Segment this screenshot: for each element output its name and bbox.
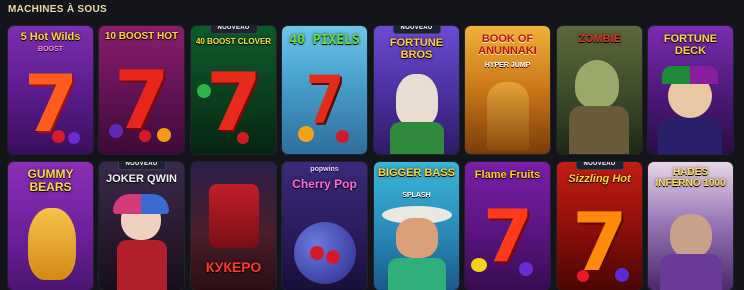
game-tile-book-of-anunnaki[interactable]: BOOK OF ANUNNAKI HYPER JUMP <box>465 26 550 154</box>
new-badge: NOUVEAU <box>209 26 258 34</box>
jacket-icon <box>390 122 444 154</box>
game-tile-joker-qwin[interactable]: NOUVEAU JOKER QWIN <box>99 162 184 290</box>
zombie-icon <box>575 60 619 108</box>
lemon-icon <box>471 258 487 272</box>
game-title: КУКЕРО <box>205 259 262 275</box>
section-title: MACHINES À SOUS <box>8 4 107 15</box>
game-tile-40-boost-clover[interactable]: NOUVEAU 40 BOOST CLOVER 7 <box>191 26 276 154</box>
game-title: HADES INFERNO 1000 <box>655 167 726 189</box>
game-grid: 5 Hot Wilds BOOST 7 10 BOOST HOT 7 NOUVE… <box>8 26 740 290</box>
game-tile-gummy-bears[interactable]: GUMMY BEARS <box>8 162 93 290</box>
harley-body-icon <box>117 240 167 290</box>
clover-icon <box>197 84 211 98</box>
hades-icon <box>670 214 712 258</box>
game-title: 40 PIXELS <box>289 33 360 48</box>
rabbit-icon <box>396 74 438 126</box>
game-subtitle: HYPER JUMP <box>484 62 531 69</box>
game-title: 10 BOOST HOT <box>104 31 179 42</box>
game-tile-kukero[interactable]: КУКЕРО <box>191 162 276 290</box>
new-badge: NOUVEAU <box>392 26 441 34</box>
shirt-icon <box>388 258 446 290</box>
mask-icon <box>209 184 259 248</box>
statue-icon <box>487 82 529 150</box>
game-title: BOOK OF ANUNNAKI <box>478 33 537 57</box>
zombie-body-icon <box>569 106 629 154</box>
harley-hair-icon <box>113 194 169 214</box>
game-title: FORTUNE BROS <box>389 37 444 61</box>
gummy-bear-icon <box>28 208 76 280</box>
game-tile-cherry-pop[interactable]: popwins Cherry Pop <box>282 162 367 290</box>
game-tile-10-boost-hot[interactable]: 10 BOOST HOT 7 <box>99 26 184 154</box>
game-title: ZOMBIE <box>578 33 621 45</box>
cherry-icon <box>326 250 340 264</box>
game-subtitle: SPLASH <box>402 192 431 199</box>
game-tile-bigger-bass-splash[interactable]: BIGGER BASS SPLASH <box>374 162 459 290</box>
orange-icon <box>298 126 314 142</box>
game-title: GUMMY BEARS <box>27 167 74 194</box>
orange-icon <box>157 128 171 142</box>
game-title: JOKER QWIN <box>106 173 177 185</box>
new-badge: NOUVEAU <box>575 162 624 170</box>
joker-hat-icon <box>662 66 718 84</box>
game-tile-zombie[interactable]: ZOMBIE <box>557 26 642 154</box>
game-tile-sizzling-hot[interactable]: NOUVEAU Sizzling Hot 7 <box>557 162 642 290</box>
new-badge: NOUVEAU <box>117 162 166 170</box>
grape-icon <box>68 132 80 144</box>
game-tile-hades-inferno-1000[interactable]: HADES INFERNO 1000 <box>648 162 733 290</box>
cherry-icon <box>577 270 589 282</box>
bubble-icon <box>294 222 356 284</box>
game-title: Flame Fruits <box>474 169 541 181</box>
game-title: Sizzling Hot <box>568 173 631 185</box>
cherry-icon <box>52 130 65 143</box>
seven-icon: 7 <box>206 56 262 149</box>
game-title: Cherry Pop <box>292 177 357 191</box>
game-title: 40 BOOST CLOVER <box>195 37 272 46</box>
cherry-icon <box>310 246 324 260</box>
game-tile-5-hot-wilds[interactable]: 5 Hot Wilds BOOST 7 <box>8 26 93 154</box>
grape-icon <box>615 268 629 282</box>
cherry-icon <box>237 132 249 144</box>
game-title: BIGGER BASS <box>377 167 455 179</box>
joker-collar-icon <box>658 118 722 154</box>
game-title: FORTUNE DECK <box>663 33 718 57</box>
game-tile-40-pixels[interactable]: 40 PIXELS 7 <box>282 26 367 154</box>
game-tile-fortune-deck[interactable]: FORTUNE DECK <box>648 26 733 154</box>
game-tile-fortune-bros[interactable]: NOUVEAU FORTUNE BROS <box>374 26 459 154</box>
grape-icon <box>519 262 533 276</box>
game-subtitle: popwins <box>310 166 339 173</box>
cherry-icon <box>336 130 349 143</box>
grape-icon <box>109 124 123 138</box>
game-subtitle: BOOST <box>38 46 63 53</box>
game-title: 5 Hot Wilds <box>20 31 81 43</box>
cherry-icon <box>139 130 151 142</box>
hades-body-icon <box>660 254 722 290</box>
game-tile-flame-fruits[interactable]: Flame Fruits 7 <box>465 162 550 290</box>
fisherman-icon <box>396 218 438 258</box>
